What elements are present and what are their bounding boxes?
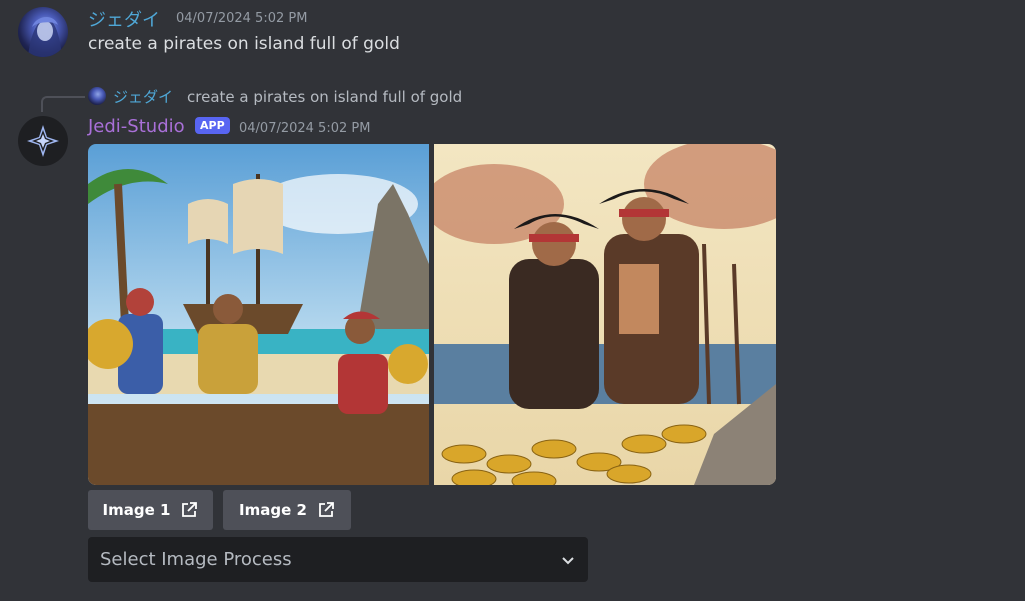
select-placeholder: Select Image Process	[100, 549, 292, 570]
chevron-down-icon	[562, 556, 574, 564]
user-message-text: create a pirates on island full of gold	[88, 34, 400, 54]
user-timestamp: 04/07/2024 5:02 PM	[176, 11, 308, 26]
reply-preview-text[interactable]: create a pirates on island full of gold	[187, 88, 462, 106]
generated-image-1[interactable]	[88, 144, 429, 485]
external-link-icon	[182, 502, 198, 517]
image-2-button-label: Image 2	[239, 501, 307, 519]
generated-image-2[interactable]	[434, 144, 776, 485]
reply-username[interactable]: ジェダイ	[113, 86, 173, 107]
bot-username[interactable]: Jedi-Studio	[88, 116, 185, 137]
user-avatar[interactable]	[18, 7, 68, 57]
image-process-select[interactable]: Select Image Process	[88, 537, 588, 582]
bot-timestamp: 04/07/2024 5:02 PM	[239, 121, 371, 136]
image-1-button[interactable]: Image 1	[88, 490, 213, 530]
bot-avatar[interactable]	[18, 116, 68, 166]
reply-avatar	[88, 87, 106, 105]
external-link-icon	[319, 502, 334, 517]
image-1-button-label: Image 1	[102, 501, 171, 519]
image-2-button[interactable]: Image 2	[223, 490, 351, 530]
app-badge: APP	[195, 117, 230, 134]
reply-connector	[41, 96, 85, 112]
star-logo-icon	[27, 125, 59, 157]
user-username[interactable]: ジェダイ	[88, 6, 160, 32]
